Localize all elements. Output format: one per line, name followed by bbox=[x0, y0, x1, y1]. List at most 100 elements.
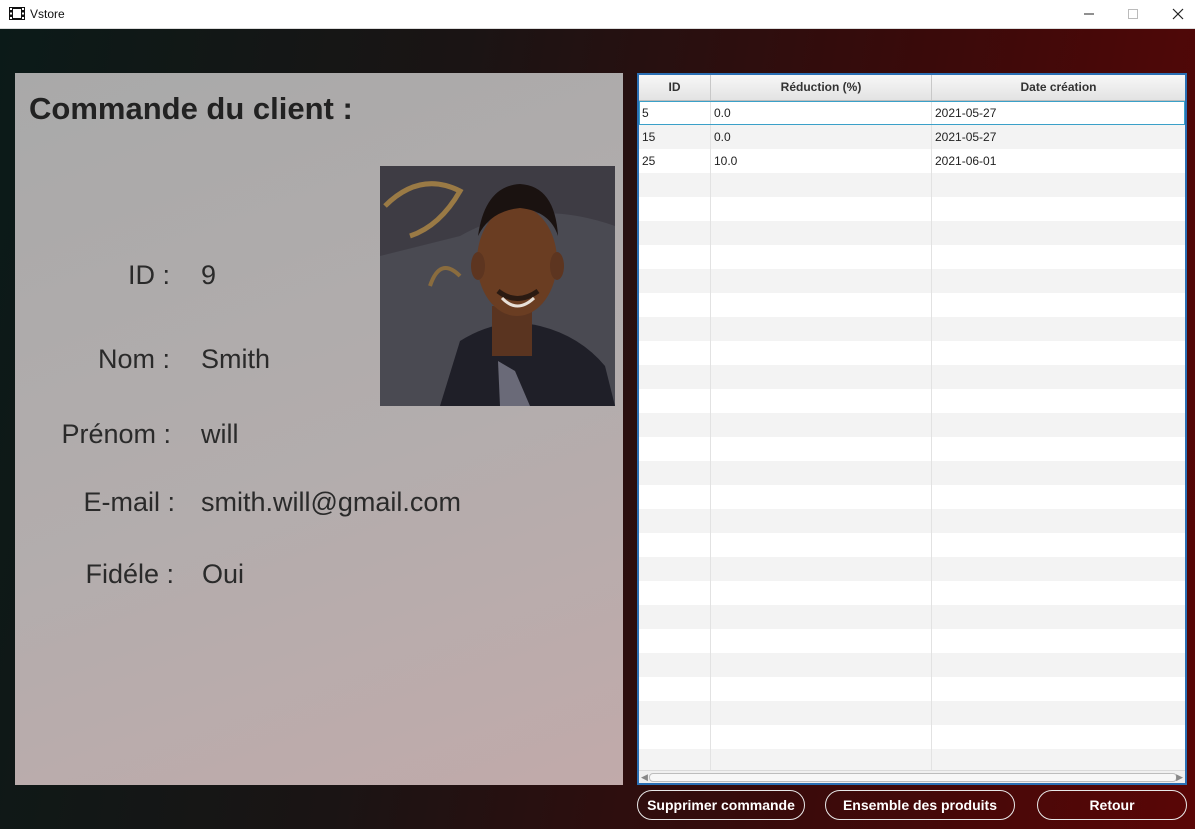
table-cell bbox=[639, 197, 711, 221]
table-cell bbox=[711, 629, 932, 653]
table-cell bbox=[711, 173, 932, 197]
table-row[interactable] bbox=[639, 629, 1185, 653]
table-cell bbox=[932, 413, 1185, 437]
table-row[interactable] bbox=[639, 221, 1185, 245]
table-cell bbox=[711, 317, 932, 341]
table-cell bbox=[932, 749, 1185, 771]
table-row[interactable] bbox=[639, 509, 1185, 533]
table-cell bbox=[639, 341, 711, 365]
film-strip-icon bbox=[9, 7, 25, 20]
table-cell bbox=[639, 389, 711, 413]
table-cell: 15 bbox=[639, 125, 711, 149]
table-row[interactable] bbox=[639, 245, 1185, 269]
table-row[interactable] bbox=[639, 173, 1185, 197]
window-title: Vstore bbox=[30, 7, 65, 21]
table-row[interactable] bbox=[639, 365, 1185, 389]
table-cell bbox=[639, 293, 711, 317]
table-cell bbox=[639, 653, 711, 677]
table-cell bbox=[932, 317, 1185, 341]
prenom-label: Prénom : bbox=[61, 419, 171, 449]
table-row[interactable] bbox=[639, 533, 1185, 557]
maximize-icon bbox=[1128, 9, 1138, 19]
table-cell bbox=[711, 245, 932, 269]
maximize-button[interactable] bbox=[1110, 0, 1156, 28]
table-cell: 25 bbox=[639, 149, 711, 173]
table-cell bbox=[932, 437, 1185, 461]
scroll-left-icon[interactable]: ◀ bbox=[641, 771, 648, 783]
table-cell bbox=[711, 437, 932, 461]
table-cell bbox=[711, 485, 932, 509]
table-row[interactable] bbox=[639, 749, 1185, 771]
table-cell bbox=[932, 605, 1185, 629]
table-row[interactable] bbox=[639, 725, 1185, 749]
table-cell bbox=[639, 749, 711, 771]
column-header-date[interactable]: Date création bbox=[932, 75, 1185, 100]
table-cell bbox=[932, 365, 1185, 389]
table-cell bbox=[711, 269, 932, 293]
column-header-id[interactable]: ID bbox=[639, 75, 711, 100]
scrollbar-thumb[interactable] bbox=[649, 773, 1177, 782]
table-row[interactable] bbox=[639, 557, 1185, 581]
table-row[interactable] bbox=[639, 269, 1185, 293]
table-row[interactable] bbox=[639, 293, 1185, 317]
scroll-right-icon[interactable]: ▶ bbox=[1176, 771, 1183, 783]
orders-table[interactable]: ID Réduction (%) Date création 5 0.0 2021-… bbox=[637, 73, 1187, 785]
table-row[interactable] bbox=[639, 413, 1185, 437]
delete-order-button[interactable]: Supprimer commande bbox=[637, 790, 805, 820]
table-cell bbox=[639, 557, 711, 581]
table-row[interactable] bbox=[639, 485, 1185, 509]
id-value: 9 bbox=[201, 260, 217, 290]
table-cell bbox=[639, 269, 711, 293]
table-cell: 10.0 bbox=[711, 149, 932, 173]
table-row[interactable]: 15 0.0 2021-05-27 bbox=[639, 125, 1185, 149]
table-row[interactable] bbox=[639, 701, 1185, 725]
table-row[interactable] bbox=[639, 389, 1185, 413]
table-cell bbox=[932, 725, 1185, 749]
table-cell bbox=[932, 269, 1185, 293]
table-cell bbox=[711, 413, 932, 437]
table-cell bbox=[639, 725, 711, 749]
table-row[interactable]: 25 10.0 2021-06-01 bbox=[639, 149, 1185, 173]
table-cell bbox=[639, 173, 711, 197]
table-cell bbox=[711, 197, 932, 221]
table-row[interactable]: 5 0.0 2021-05-27 bbox=[639, 101, 1185, 125]
table-cell: 0.0 bbox=[711, 101, 932, 125]
back-button[interactable]: Retour bbox=[1037, 790, 1187, 820]
table-cell bbox=[639, 581, 711, 605]
table-cell bbox=[932, 701, 1185, 725]
table-row[interactable] bbox=[639, 317, 1185, 341]
table-cell bbox=[932, 533, 1185, 557]
page-title: Commande du client : bbox=[29, 91, 353, 126]
table-row[interactable] bbox=[639, 461, 1185, 485]
table-cell bbox=[711, 365, 932, 389]
all-products-button[interactable]: Ensemble des produits bbox=[825, 790, 1015, 820]
table-cell: 5 bbox=[639, 101, 711, 125]
table-row[interactable] bbox=[639, 653, 1185, 677]
table-cell bbox=[639, 677, 711, 701]
table-cell: 2021-05-27 bbox=[935, 130, 997, 144]
table-row[interactable] bbox=[639, 581, 1185, 605]
nom-value: Smith bbox=[201, 344, 271, 374]
table-cell bbox=[932, 293, 1185, 317]
table-row[interactable] bbox=[639, 197, 1185, 221]
close-window-button[interactable] bbox=[1155, 0, 1195, 28]
table-row[interactable] bbox=[639, 605, 1185, 629]
table-cell bbox=[711, 749, 932, 771]
table-cell bbox=[639, 317, 711, 341]
close-icon bbox=[1172, 8, 1184, 20]
table-cell bbox=[711, 389, 932, 413]
table-cell bbox=[932, 461, 1185, 485]
table-cell bbox=[932, 341, 1185, 365]
horizontal-scrollbar[interactable]: ◀ ▶ bbox=[639, 770, 1185, 783]
table-cell bbox=[639, 413, 711, 437]
prenom-value: will bbox=[201, 419, 239, 449]
minimize-button[interactable] bbox=[1066, 0, 1112, 28]
table-cell bbox=[639, 509, 711, 533]
table-row[interactable] bbox=[639, 341, 1185, 365]
table-cell bbox=[711, 677, 932, 701]
title-bar: Vstore bbox=[0, 0, 1195, 29]
table-row[interactable] bbox=[639, 437, 1185, 461]
table-row[interactable] bbox=[639, 677, 1185, 701]
column-header-reduction[interactable]: Réduction (%) bbox=[711, 75, 932, 100]
table-cell bbox=[639, 629, 711, 653]
